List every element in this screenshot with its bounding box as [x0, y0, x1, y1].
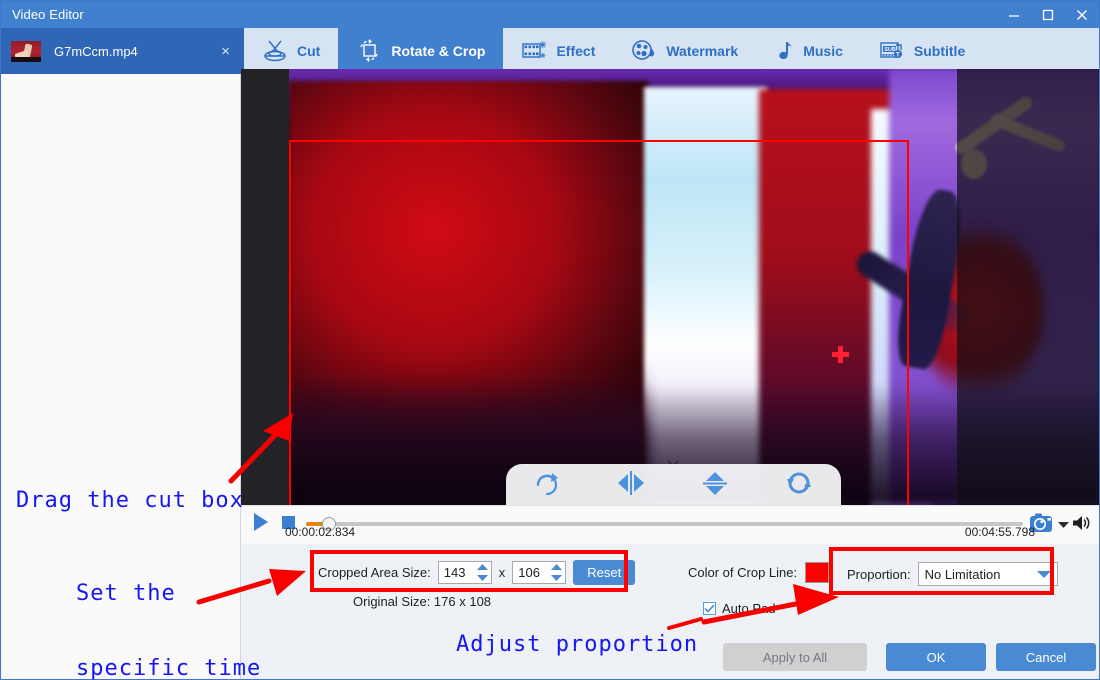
- crop-line-color-label: Color of Crop Line:: [688, 565, 798, 580]
- tab-effect[interactable]: ✳ ✳ Effect: [503, 28, 613, 74]
- minimize-button[interactable]: [997, 1, 1031, 28]
- svg-text:✳: ✳: [540, 52, 546, 60]
- cancel-button[interactable]: Cancel: [996, 643, 1096, 671]
- chevron-down-icon[interactable]: [1058, 517, 1069, 532]
- play-button[interactable]: [252, 512, 270, 535]
- auto-pad-checkbox[interactable]: [703, 602, 716, 615]
- svg-text:T: T: [896, 53, 900, 59]
- left-panel: [2, 74, 241, 679]
- music-note-icon: [774, 39, 794, 63]
- cropped-width-value: 143: [443, 565, 466, 580]
- video-editor-window: Video Editor G7mCcm.mp4 × Cut Rotate & C…: [0, 0, 1100, 680]
- crop-line-color-group: Color of Crop Line:: [688, 562, 830, 583]
- watermark-drop-icon: [631, 39, 657, 63]
- tab-rotate-crop-label: Rotate & Crop: [391, 43, 486, 59]
- auto-pad-group[interactable]: Auto Pad: [703, 601, 776, 616]
- video-preview-stage[interactable]: [241, 69, 1099, 505]
- current-time: 00:00:02.834: [285, 525, 356, 539]
- proportion-select[interactable]: No Limitation: [917, 562, 1058, 586]
- file-name: G7mCcm.mp4: [54, 43, 138, 59]
- crop-rotate-icon: [356, 39, 382, 63]
- tab-subtitle[interactable]: SUB T Subtitle: [861, 28, 983, 74]
- volume-icon[interactable]: [1072, 514, 1091, 535]
- cropped-height-input[interactable]: 106: [512, 561, 567, 584]
- seek-track: [306, 522, 1023, 526]
- tab-watermark-label: Watermark: [666, 43, 739, 59]
- player-right-controls: [1029, 512, 1091, 537]
- title-bar: Video Editor: [1, 1, 1099, 28]
- file-thumbnail: [11, 40, 41, 62]
- dialog-footer: Apply to All OK Cancel: [241, 636, 1099, 679]
- total-time: 00:04:55.798: [964, 525, 1035, 539]
- tab-music[interactable]: Music: [756, 28, 861, 74]
- window-title: Video Editor: [12, 7, 84, 22]
- tab-strip: G7mCcm.mp4 × Cut Rotate & Crop ✳ ✳ Effec…: [1, 28, 1099, 74]
- cropped-width-stepper[interactable]: [476, 564, 488, 581]
- size-separator: x: [498, 565, 506, 580]
- tab-cut-label: Cut: [297, 43, 321, 59]
- tab-watermark[interactable]: Watermark: [613, 28, 756, 74]
- original-size-label: Original Size: 176 x 108: [353, 594, 492, 609]
- editor-tabs: Cut Rotate & Crop ✳ ✳ Effect Watermark M…: [244, 28, 1099, 74]
- tab-rotate-crop[interactable]: Rotate & Crop: [338, 28, 504, 74]
- scissors-icon: [262, 39, 288, 63]
- video-frame: [289, 69, 1099, 505]
- proportion-group: Proportion: No Limitation: [847, 562, 1058, 586]
- flip-horizontal-icon[interactable]: [615, 470, 647, 499]
- tab-subtitle-label: Subtitle: [913, 43, 966, 59]
- cropped-area-size-label: Cropped Area Size:: [318, 565, 431, 580]
- cropped-area-size-group: Cropped Area Size: 143 x 106 Reset: [318, 560, 636, 585]
- tab-cut[interactable]: Cut: [244, 28, 338, 74]
- chevron-down-icon: [1036, 567, 1051, 582]
- file-tab[interactable]: G7mCcm.mp4 ×: [1, 28, 244, 74]
- player-bar: 00:00:02.834 00:04:55.798: [241, 505, 1099, 544]
- crop-dim-overlay: [957, 69, 1099, 505]
- subtitle-icon: SUB T: [879, 39, 905, 63]
- reset-button[interactable]: Reset: [573, 560, 636, 585]
- tab-effect-label: Effect: [556, 43, 596, 59]
- tab-music-label: Music: [803, 43, 843, 59]
- rotate-clockwise-icon[interactable]: [533, 470, 561, 499]
- crop-options-panel: Cropped Area Size: 143 x 106 Reset Origi…: [241, 544, 1099, 636]
- rotate-toolbar: [506, 464, 841, 505]
- flip-vertical-icon[interactable]: [700, 469, 730, 500]
- crosshair-icon: [832, 346, 849, 363]
- cropped-height-stepper[interactable]: [551, 564, 563, 581]
- seek-slider[interactable]: [306, 517, 1023, 531]
- window-controls: [997, 1, 1099, 28]
- crop-line-color-swatch[interactable]: [805, 562, 830, 583]
- ok-button[interactable]: OK: [886, 643, 986, 671]
- auto-pad-label: Auto Pad: [722, 601, 776, 616]
- film-sparkle-icon: ✳ ✳: [521, 39, 547, 63]
- cropped-height-value: 106: [518, 565, 540, 580]
- svg-text:SUB: SUB: [884, 47, 896, 53]
- file-close-icon[interactable]: ×: [217, 43, 234, 60]
- proportion-value: No Limitation: [924, 566, 1001, 582]
- cropped-width-input[interactable]: 143: [437, 561, 492, 584]
- close-button[interactable]: [1065, 1, 1099, 28]
- proportion-label: Proportion:: [847, 566, 911, 582]
- svg-text:✳: ✳: [539, 40, 547, 50]
- maximize-button[interactable]: [1031, 1, 1065, 28]
- apply-to-all-button[interactable]: Apply to All: [723, 643, 867, 671]
- rotate-reset-icon[interactable]: [784, 470, 814, 499]
